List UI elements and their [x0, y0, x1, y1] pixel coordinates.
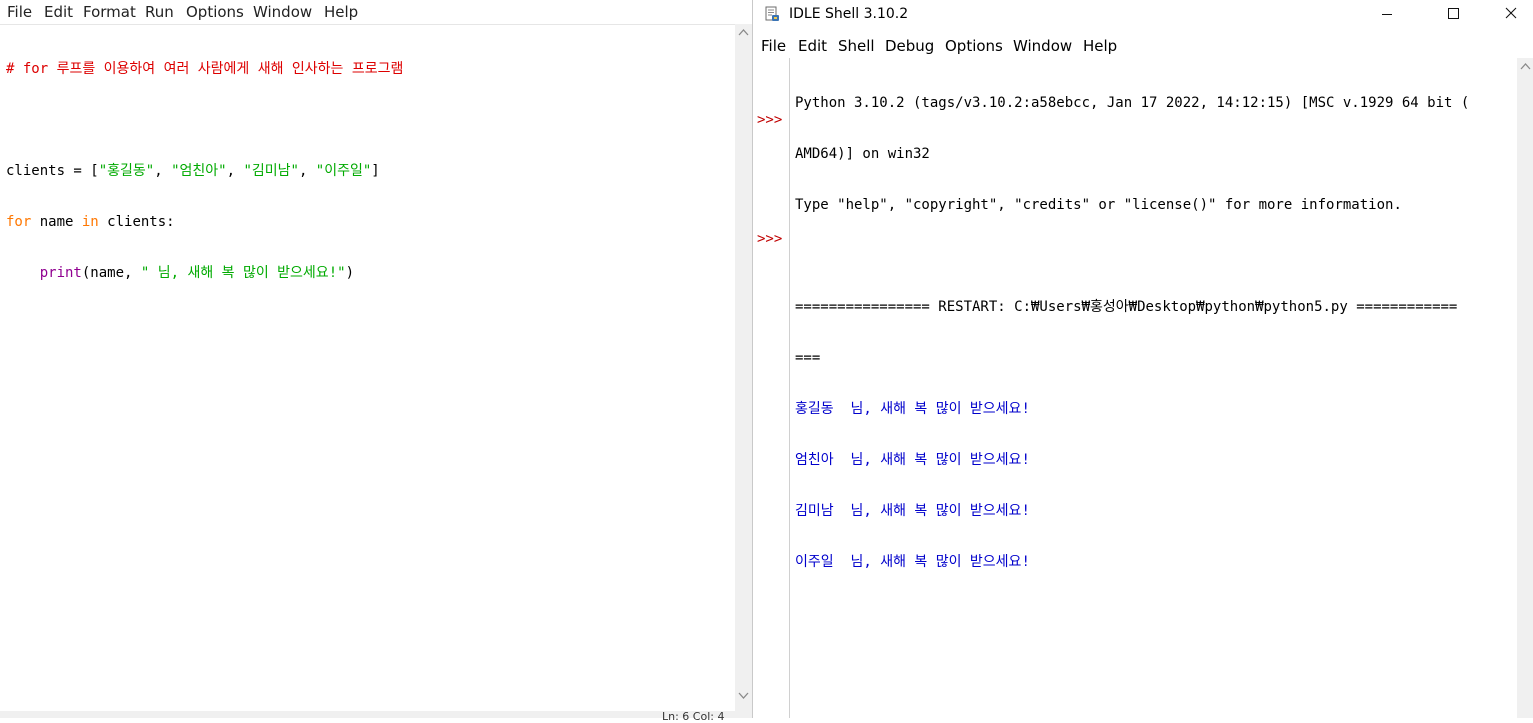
code-string: " 님, 새해 복 많이 받으세요!" — [140, 265, 346, 281]
maximize-icon[interactable] — [1430, 0, 1476, 30]
shell-output-area[interactable]: Python 3.10.2 (tags/v3.10.2:a58ebcc, Jan… — [795, 61, 1517, 605]
shell-menu-window[interactable]: Window — [1013, 37, 1072, 55]
editor-statusbar — [0, 711, 752, 718]
code-keyword: in — [81, 214, 99, 230]
output-line: 홍길동 님, 새해 복 많이 받으세요! — [795, 401, 1030, 417]
shell-menu-file[interactable]: File — [761, 37, 786, 55]
shell-vertical-scrollbar[interactable] — [1517, 58, 1533, 718]
code-comment: # for 루프를 이용하여 여러 사람에게 새해 인사하는 프로그램 — [6, 61, 404, 77]
scroll-down-icon[interactable] — [738, 692, 749, 702]
restart-line: ================ RESTART: C:₩Users₩홍성아₩D… — [795, 299, 1458, 315]
code-line-5: print(name, " 님, 새해 복 많이 받으세요!") — [6, 265, 731, 282]
cursor-position: Ln: 6 Col: 4 — [662, 710, 725, 723]
banner-line: AMD64)] on win32 — [795, 146, 930, 162]
code-text: clients = [ — [6, 163, 99, 179]
idle-app-icon — [764, 6, 780, 22]
code-string: "홍길동" — [98, 163, 155, 179]
editor-menubar: File Edit Format Run Options Window Help — [0, 0, 735, 25]
output-line: 김미남 님, 새해 복 많이 받으세요! — [795, 503, 1030, 519]
code-builtin: print — [39, 265, 82, 281]
editor-menu-format[interactable]: Format — [83, 3, 136, 21]
shell-window: IDLE Shell 3.10.2 File Edit Shell Debug … — [752, 0, 1533, 718]
editor-code-area[interactable]: # for 루프를 이용하여 여러 사람에게 새해 인사하는 프로그램 clie… — [6, 27, 731, 316]
scroll-up-icon[interactable] — [738, 28, 749, 38]
code-line-4: for name in clients: — [6, 214, 731, 231]
editor-window: File Edit Format Run Options Window Help… — [0, 0, 752, 723]
banner-line: Python 3.10.2 (tags/v3.10.2:a58ebcc, Jan… — [795, 95, 1470, 111]
minimize-icon[interactable] — [1364, 0, 1410, 30]
editor-menu-window[interactable]: Window — [253, 3, 312, 21]
shell-menu-debug[interactable]: Debug — [885, 37, 934, 55]
code-string: "이주일" — [315, 163, 372, 179]
output-line: 엄친아 님, 새해 복 많이 받으세요! — [795, 452, 1030, 468]
code-string: "엄친아" — [171, 163, 227, 179]
code-text: ] — [371, 163, 380, 179]
output-line: 이주일 님, 새해 복 많이 받으세요! — [795, 554, 1030, 570]
close-icon[interactable] — [1488, 0, 1533, 30]
code-text: , — [298, 163, 316, 179]
shell-menu-edit[interactable]: Edit — [798, 37, 827, 55]
restart-line: === — [795, 350, 821, 366]
code-string: "김미남" — [243, 163, 299, 179]
editor-menu-edit[interactable]: Edit — [44, 3, 73, 21]
code-line-1: # for 루프를 이용하여 여러 사람에게 새해 인사하는 프로그램 — [6, 61, 731, 78]
shell-titlebar[interactable]: IDLE Shell 3.10.2 — [753, 0, 1533, 30]
code-text: (name, — [81, 265, 141, 281]
editor-menu-help[interactable]: Help — [324, 3, 358, 21]
shell-prompt: >>> — [757, 112, 783, 128]
shell-menu-help[interactable]: Help — [1083, 37, 1117, 55]
shell-menubar: File Edit Shell Debug Options Window Hel… — [753, 34, 1533, 58]
editor-menu-file[interactable]: File — [7, 3, 32, 21]
shell-prompt: >>> — [757, 231, 783, 247]
code-text: ) — [345, 265, 354, 281]
code-text: clients: — [98, 214, 175, 230]
code-line-3: clients = ["홍길동", "엄친아", "김미남", "이주일"] — [6, 163, 731, 180]
editor-menu-options[interactable]: Options — [186, 3, 244, 21]
code-text: name — [31, 214, 82, 230]
banner-line: Type "help", "copyright", "credits" or "… — [795, 197, 1402, 213]
shell-menu-shell[interactable]: Shell — [838, 37, 875, 55]
shell-menu-options[interactable]: Options — [945, 37, 1003, 55]
scroll-up-icon[interactable] — [1520, 62, 1531, 72]
editor-menu-run[interactable]: Run — [145, 3, 174, 21]
code-text: , — [226, 163, 244, 179]
code-keyword: for — [6, 214, 32, 230]
editor-vertical-scrollbar[interactable] — [735, 24, 752, 712]
code-text: , — [154, 163, 172, 179]
shell-prompt-gutter: >>> >>> — [753, 58, 790, 718]
shell-title: IDLE Shell 3.10.2 — [789, 6, 909, 22]
